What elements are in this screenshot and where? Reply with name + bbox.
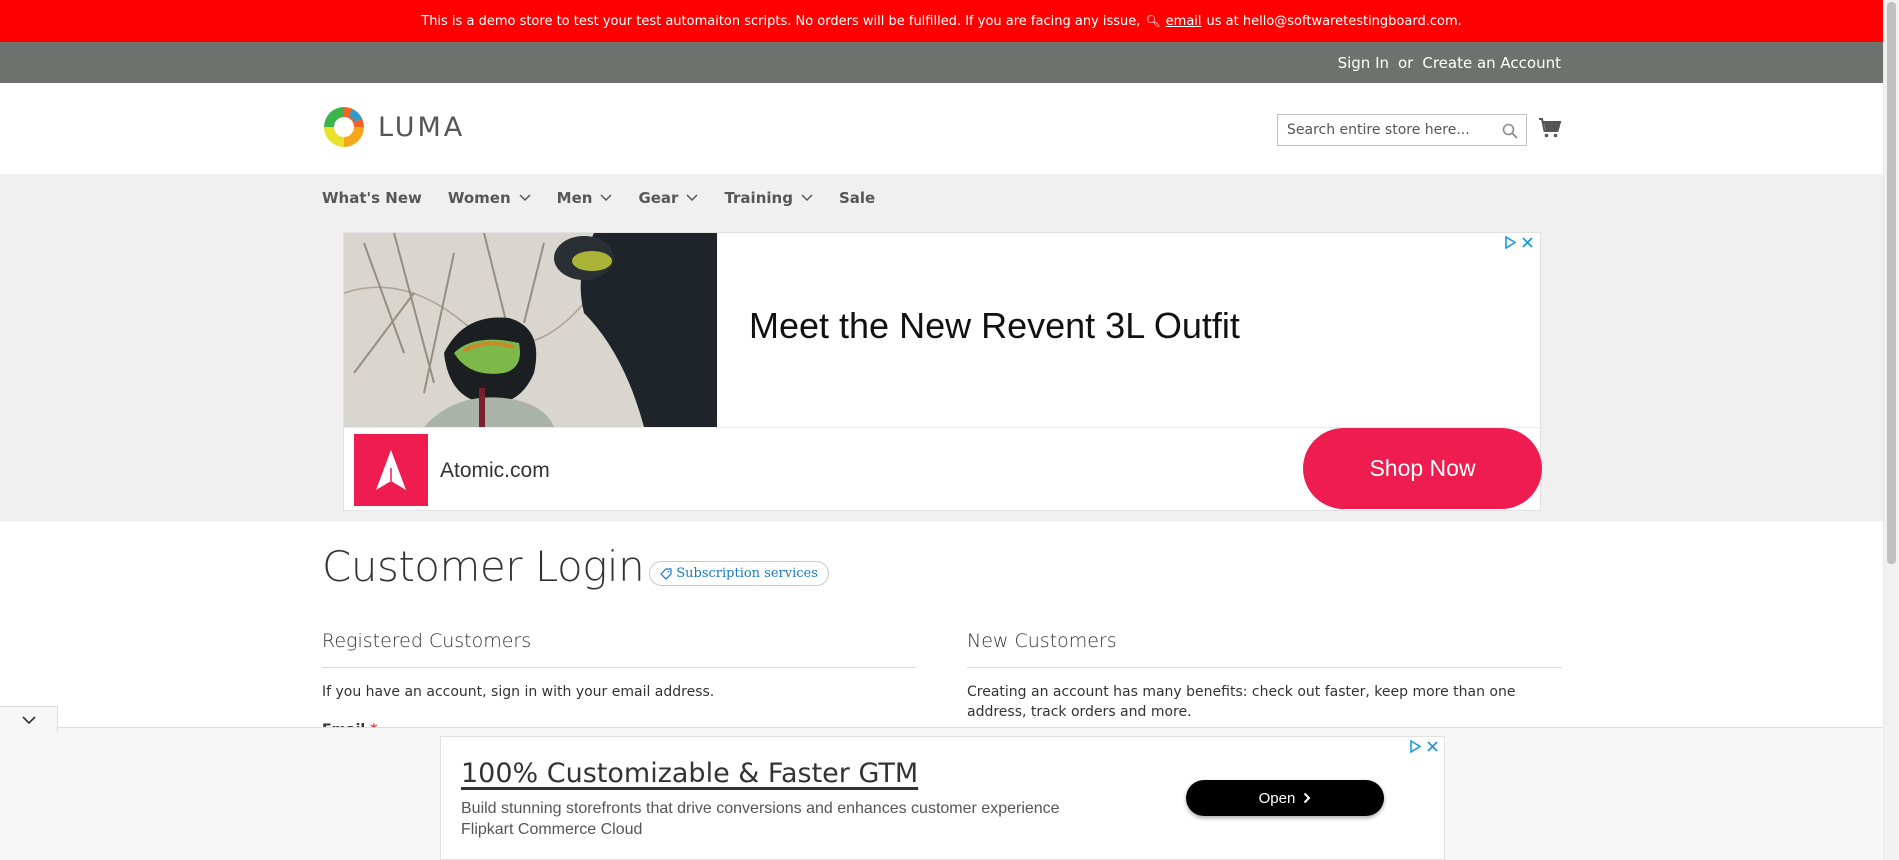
- luma-logo-icon: [324, 107, 364, 147]
- chevron-down-icon: [686, 193, 698, 201]
- nav-item-label: Gear: [638, 188, 679, 207]
- demo-notice-text: This is a demo store to test your test a…: [421, 13, 1141, 29]
- logo-text: LUMA: [378, 111, 466, 143]
- search-input[interactable]: [1278, 115, 1526, 145]
- chevron-down-icon: [519, 193, 531, 201]
- sticky-ad-headline[interactable]: 100% Customizable & Faster GTM: [461, 758, 918, 789]
- tag-icon: [660, 567, 672, 580]
- chevron-down-icon: [801, 193, 813, 201]
- sticky-ad-collapse-toggle[interactable]: [0, 706, 58, 732]
- create-account-link[interactable]: Create an Account: [1422, 54, 1561, 72]
- ad-info-icon[interactable]: [1504, 236, 1517, 249]
- top-ad-banner[interactable]: Meet the New Revent 3L Outfit Atomic.com…: [343, 232, 1542, 511]
- chevron-right-icon: [1304, 792, 1311, 804]
- registered-customers-text: If you have an account, sign in with you…: [322, 684, 715, 700]
- sticky-ad-choices[interactable]: [1409, 740, 1439, 753]
- nav-item-gear[interactable]: Gear: [638, 189, 698, 207]
- sticky-ad-line2: Flipkart Commerce Cloud: [461, 821, 643, 838]
- scrollbar-thumb[interactable]: [1887, 2, 1896, 564]
- nav-item-men[interactable]: Men: [557, 189, 613, 207]
- shop-now-button[interactable]: Shop Now: [1303, 428, 1542, 509]
- search-box: [1277, 114, 1527, 146]
- close-icon[interactable]: [1426, 740, 1439, 753]
- nav-item-label: Women: [447, 188, 511, 207]
- page-title: Customer Login: [322, 542, 645, 591]
- nav-item-label: What's New: [322, 188, 422, 207]
- registered-customers-title: Registered Customers: [322, 630, 532, 652]
- nav-item-label: Sale: [838, 188, 876, 207]
- chevron-down-icon: [21, 715, 36, 724]
- sign-in-link[interactable]: Sign In: [1338, 54, 1389, 72]
- main-nav: What's New Women Men Gear Training Sale: [322, 174, 901, 221]
- registered-customers-divider: [322, 667, 917, 668]
- nav-item-training[interactable]: Training: [724, 188, 813, 207]
- ad-brand-name[interactable]: Atomic.com: [440, 459, 550, 483]
- nav-item-label: Training: [724, 188, 793, 207]
- or-separator: or: [1398, 53, 1414, 72]
- key-icon: 🔍︎: [1145, 14, 1161, 28]
- open-button-label: Open: [1258, 789, 1296, 807]
- sticky-ad-card[interactable]: 100% Customizable & Faster GTM Build stu…: [440, 736, 1445, 860]
- header-panel: Sign In or Create an Account: [0, 42, 1883, 83]
- ad-skier-photo[interactable]: [344, 233, 717, 427]
- subscription-services-badge[interactable]: Subscription services: [649, 561, 829, 586]
- nav-item-women[interactable]: Women: [448, 189, 531, 207]
- ad-info-icon[interactable]: [1409, 740, 1422, 753]
- sticky-ad-description: Build stunning storefronts that drive co…: [461, 798, 1060, 840]
- nav-item-label: Men: [556, 188, 593, 207]
- close-icon[interactable]: [1521, 236, 1534, 249]
- cart-icon[interactable]: [1538, 116, 1562, 140]
- demo-notice-contact: us at hello@softwaretestingboard.com.: [1206, 13, 1462, 29]
- ad-brand-logo[interactable]: [354, 434, 428, 506]
- new-customers-text: Creating an account has many benefits: c…: [967, 684, 1516, 720]
- subscription-services-label: Subscription services: [676, 566, 818, 581]
- nav-item-whats-new[interactable]: What's New: [322, 189, 422, 207]
- sticky-ad-line1: Build stunning storefronts that drive co…: [461, 800, 1060, 817]
- page-scrollbar[interactable]: [1883, 0, 1899, 860]
- store-logo[interactable]: LUMA: [322, 105, 465, 149]
- chevron-down-icon: [600, 193, 612, 201]
- nav-item-sale[interactable]: Sale: [839, 189, 875, 207]
- open-button[interactable]: Open: [1186, 780, 1384, 816]
- account-links: Sign In or Create an Account: [1338, 42, 1561, 83]
- ad-choices[interactable]: [1504, 236, 1534, 249]
- search-icon[interactable]: [1502, 123, 1518, 139]
- ad-headline[interactable]: Meet the New Revent 3L Outfit: [749, 305, 1240, 347]
- email-link[interactable]: email: [1166, 14, 1202, 29]
- atomic-logo-icon: [376, 450, 406, 490]
- new-customers-title: New Customers: [967, 630, 1117, 652]
- header-content: LUMA: [0, 83, 1883, 174]
- page-title-area: Customer Login Subscription services: [322, 542, 829, 591]
- new-customers-divider: [967, 667, 1562, 668]
- demo-notice-banner: This is a demo store to test your test a…: [0, 0, 1883, 42]
